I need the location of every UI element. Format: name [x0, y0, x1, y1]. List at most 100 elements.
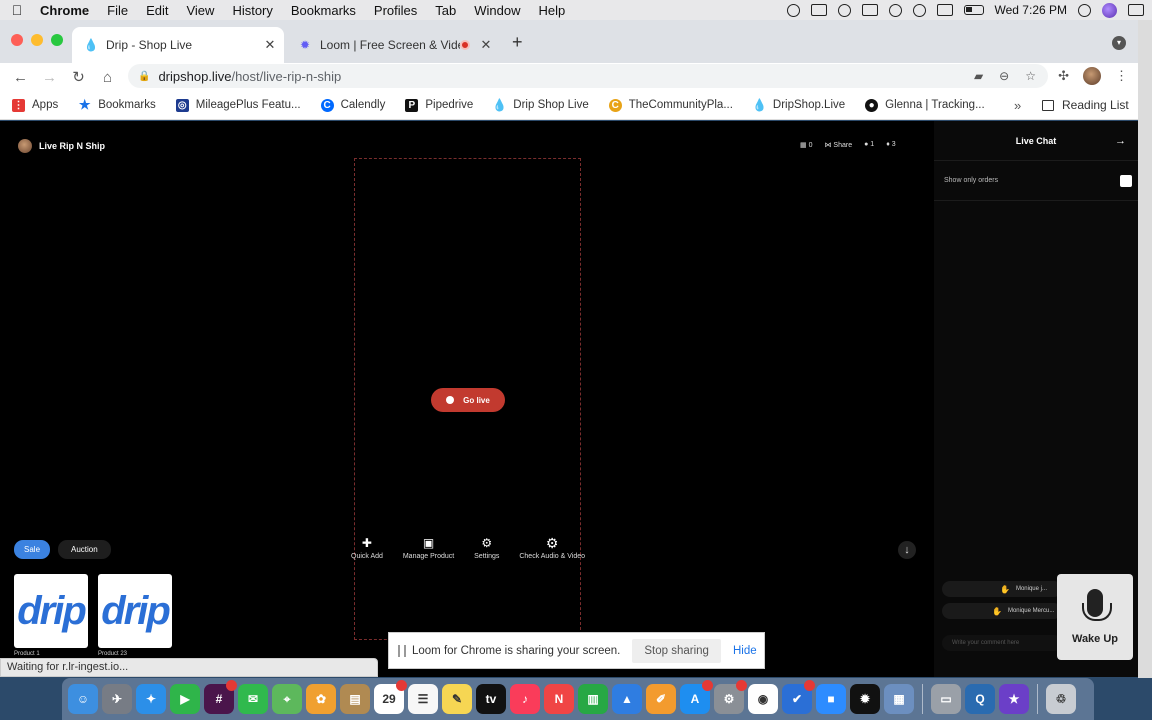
menu-app-name[interactable]: Chrome — [34, 3, 98, 18]
bid-count[interactable]: ▦ 0 — [800, 141, 812, 149]
dock-calendar-icon[interactable]: 29 — [374, 680, 407, 714]
dock-pages-icon[interactable]: ✐ — [646, 684, 676, 714]
menu-help[interactable]: Help — [530, 3, 575, 18]
menu-bookmarks[interactable]: Bookmarks — [282, 3, 365, 18]
bookmark-mileageplus[interactable]: ◎ MileagePlus Featu... — [175, 98, 301, 112]
dock-maps-icon[interactable]: ⌖ — [272, 684, 302, 714]
quick-add-button[interactable]: ✚ Quick Add — [351, 537, 383, 560]
bookmark-pipedrive[interactable]: P Pipedrive — [405, 98, 473, 112]
camera-blocked-icon[interactable]: ▰ — [974, 69, 983, 83]
menu-view[interactable]: View — [177, 3, 223, 18]
lock-icon[interactable]: 🔒 — [138, 71, 150, 82]
dock-imovie-icon[interactable]: ★ — [999, 684, 1029, 714]
home-icon[interactable]: ⌂ — [93, 69, 122, 86]
dock-archive-icon[interactable]: ▭ — [931, 684, 961, 714]
control-center-icon[interactable] — [1128, 4, 1144, 16]
dock-quicktime-icon[interactable]: Q — [965, 684, 995, 714]
hide-button[interactable]: Hide — [733, 645, 757, 657]
dock-reminders-icon[interactable]: ☰ — [408, 684, 438, 714]
dock-zoom-icon[interactable]: ■ — [816, 684, 846, 714]
drag-handle-icon[interactable] — [398, 644, 406, 657]
dock-news-icon[interactable]: N — [544, 684, 574, 714]
dock-loom-icon[interactable]: ✹ — [850, 684, 880, 714]
accessibility-icon[interactable] — [837, 3, 851, 17]
reload-icon[interactable]: ↻ — [64, 68, 93, 86]
zoom-magnifier-icon[interactable]: ⊖ — [999, 69, 1009, 83]
profile-avatar[interactable] — [1083, 67, 1101, 85]
close-window-button[interactable] — [11, 34, 23, 46]
product-card[interactable]: drip Product 23 — [98, 574, 172, 657]
tab-search-icon[interactable]: ▾ — [1112, 36, 1126, 50]
dock-music-icon[interactable]: ♪ — [510, 684, 540, 714]
tab-auction[interactable]: Auction — [58, 540, 111, 559]
show-orders-checkbox[interactable] — [1120, 174, 1132, 187]
microphone-icon[interactable] — [786, 3, 800, 17]
bookmark-calendly[interactable]: C Calendly — [320, 98, 385, 112]
minimize-window-button[interactable] — [31, 34, 43, 46]
dock-chrome-icon[interactable]: ◉ — [748, 684, 778, 714]
bookmark-dripshop[interactable]: 💧 DripShop.Live — [752, 98, 845, 112]
product-card[interactable]: drip Product 1 — [14, 574, 88, 657]
bookmark-bookmarks[interactable]: ★ Bookmarks — [78, 97, 156, 112]
bookmark-star-icon[interactable]: ☆ — [1025, 69, 1036, 83]
tab-close-icon[interactable]: ✕ — [260, 37, 280, 53]
dock-trash-icon[interactable]: ♲ — [1046, 684, 1076, 714]
new-tab-button[interactable]: + — [512, 32, 523, 53]
dock-numbers-icon[interactable]: ▥ — [578, 684, 608, 714]
stop-sharing-button[interactable]: Stop sharing — [632, 638, 721, 663]
dock-facetime-icon[interactable]: ▶ — [170, 684, 200, 714]
address-bar[interactable]: 🔒 dripshop.live/host/live-rip-n-ship ▰ ⊖… — [128, 64, 1048, 88]
forward-arrow-icon[interactable]: → — [35, 69, 64, 86]
menu-profiles[interactable]: Profiles — [365, 3, 426, 18]
share-button[interactable]: ⋈ Share — [824, 141, 852, 149]
go-live-button[interactable]: Go live — [431, 388, 505, 412]
bookmark-drip-shop-live[interactable]: 💧 Drip Shop Live — [492, 98, 588, 112]
menu-window[interactable]: Window — [465, 3, 529, 18]
dock-system-preferences-icon[interactable]: ⚙ — [714, 680, 747, 714]
dock-appletv-icon[interactable]: tv — [476, 684, 506, 714]
menu-clock[interactable]: Wed 7:26 PM — [995, 3, 1067, 17]
dock-keynote-icon[interactable]: ▲ — [612, 684, 642, 714]
dock-notes-brown-icon[interactable]: ▤ — [340, 684, 370, 714]
spotlight-search-icon[interactable] — [1078, 3, 1091, 17]
zoom-tray-icon[interactable] — [810, 4, 827, 16]
zoom-window-button[interactable] — [51, 34, 63, 46]
airplay-icon[interactable] — [861, 4, 878, 16]
battery-icon[interactable] — [963, 5, 984, 15]
bookmark-apps[interactable]: ⋮ Apps — [12, 98, 58, 112]
dock-notes-icon[interactable]: ✎ — [442, 684, 472, 714]
reading-list-button[interactable]: Reading List — [1042, 98, 1129, 112]
bookmarks-overflow-button[interactable]: » — [1014, 98, 1021, 113]
check-audio-video-button[interactable]: ⚙ Check Audio & Video — [519, 536, 585, 560]
apple-menu-icon[interactable]:  — [0, 2, 34, 18]
extensions-puzzle-icon[interactable]: ✣ — [1058, 68, 1069, 84]
dock-finder-icon[interactable]: ☺ — [68, 684, 98, 714]
volume-icon[interactable] — [936, 4, 953, 16]
dock-safari-icon[interactable]: ✦ — [136, 684, 166, 714]
dock-messages-icon[interactable]: ✉ — [238, 684, 268, 714]
menu-edit[interactable]: Edit — [137, 3, 177, 18]
dock-appstore-icon[interactable]: A — [680, 680, 713, 714]
dock-photos-icon[interactable]: ✿ — [306, 684, 336, 714]
bookmark-glenna[interactable]: ● Glenna | Tracking... — [865, 98, 985, 112]
scroll-down-arrow-icon[interactable]: ↓ — [898, 541, 916, 559]
tab-loom[interactable]: ✹ Loom | Free Screen & Vide ✕ — [286, 27, 500, 63]
siri-icon[interactable] — [1102, 2, 1117, 18]
menu-tab[interactable]: Tab — [426, 3, 465, 18]
dock-tasks-icon[interactable]: ✔ — [782, 680, 815, 714]
bookmark-community[interactable]: C TheCommunityPla... — [608, 98, 733, 112]
dock-preview-icon[interactable]: ▦ — [884, 684, 914, 714]
menu-file[interactable]: File — [98, 3, 137, 18]
wifi-icon[interactable] — [912, 3, 926, 17]
manage-product-button[interactable]: ▣ Manage Product — [403, 537, 454, 560]
dock-launchpad-icon[interactable]: ✈ — [102, 684, 132, 714]
settings-button[interactable]: ⚙ Settings — [474, 537, 499, 560]
tab-close-icon[interactable]: ✕ — [476, 37, 496, 53]
bluetooth-icon[interactable] — [888, 3, 902, 17]
tab-sale[interactable]: Sale — [14, 540, 51, 559]
wake-up-widget[interactable]: Wake Up — [1057, 574, 1133, 660]
back-arrow-icon[interactable]: ← — [6, 69, 35, 86]
tab-drip-shop-live[interactable]: 💧 Drip - Shop Live ✕ — [72, 27, 284, 63]
kebab-menu-icon[interactable]: ⋮ — [1115, 68, 1128, 84]
dock-slack-icon[interactable]: # — [204, 680, 237, 714]
